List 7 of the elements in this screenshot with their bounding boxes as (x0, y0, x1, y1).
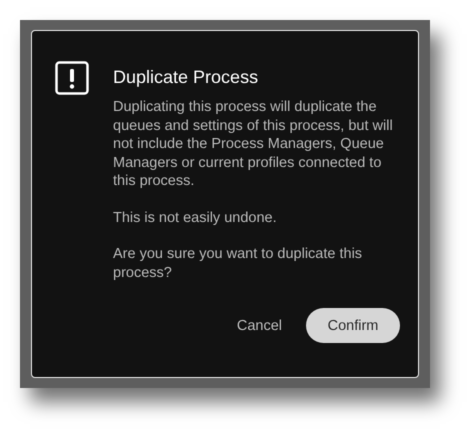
dialog-message: Duplicating this process will duplicate the queues and settings of this process, but will not include the Process Managers, Queue Managers or current profiles connected to this process. (113, 98, 394, 190)
dialog-message: This is not easily undone. (113, 208, 278, 227)
dialog-title: Duplicate Process (113, 66, 260, 88)
cancel-button[interactable]: Cancel (234, 314, 284, 338)
dialog-message: Are you sure you want to duplicate this process? (113, 245, 364, 282)
confirm-button[interactable]: Confirm (306, 308, 400, 343)
warning-icon (55, 61, 89, 95)
